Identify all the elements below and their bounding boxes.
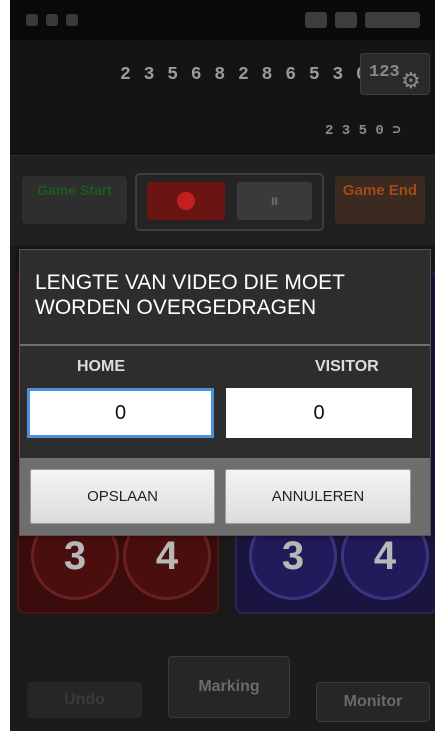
game-end-button[interactable]: Game End	[335, 176, 425, 224]
monitor-button[interactable]: Monitor	[316, 682, 430, 722]
battery-indicator: 2 3 5 0 ⊃	[325, 123, 401, 139]
home-length-input[interactable]: 0	[27, 388, 214, 438]
notification-icon	[46, 14, 58, 26]
save-button[interactable]: OPSLAAN	[30, 469, 215, 524]
signal-icon	[305, 12, 327, 28]
pause-icon: ⏸	[270, 191, 279, 211]
dialog-title: LENGTE VAN VIDEO DIE MOET WORDEN OVERGED…	[35, 271, 345, 319]
visitor-label: VISITOR	[315, 358, 379, 375]
settings-button[interactable]: 123 ⚙	[360, 53, 430, 95]
notification-icon	[26, 14, 38, 26]
timecode-display: 2 3 5 6 8 2 8 6 5 3 0	[120, 65, 360, 85]
wifi-icon	[335, 12, 357, 28]
cancel-button[interactable]: ANNULEREN	[225, 469, 411, 524]
control-bar: Game Start ⏸ Game End	[10, 155, 435, 246]
record-button[interactable]	[147, 182, 225, 220]
dialog-divider	[20, 344, 430, 346]
bottom-bar: Undo Marking Monitor	[10, 640, 435, 731]
visitor-length-input[interactable]: 0	[226, 388, 412, 438]
pause-button[interactable]: ⏸	[237, 182, 312, 220]
status-bar	[10, 0, 435, 40]
game-start-button[interactable]: Game Start	[22, 176, 127, 224]
home-label: HOME	[77, 358, 125, 375]
marking-button[interactable]: Marking	[168, 656, 290, 718]
record-controls: ⏸	[135, 173, 324, 231]
gear-icon: ⚙	[401, 68, 421, 93]
battery-status-icon	[365, 12, 420, 28]
dialog-footer: OPSLAAN ANNULEREN	[20, 458, 430, 535]
notification-icon	[66, 14, 78, 26]
record-icon	[177, 192, 195, 210]
transfer-length-dialog: LENGTE VAN VIDEO DIE MOET WORDEN OVERGED…	[19, 249, 431, 536]
settings-number: 123	[369, 63, 400, 82]
undo-button[interactable]: Undo	[27, 682, 142, 718]
